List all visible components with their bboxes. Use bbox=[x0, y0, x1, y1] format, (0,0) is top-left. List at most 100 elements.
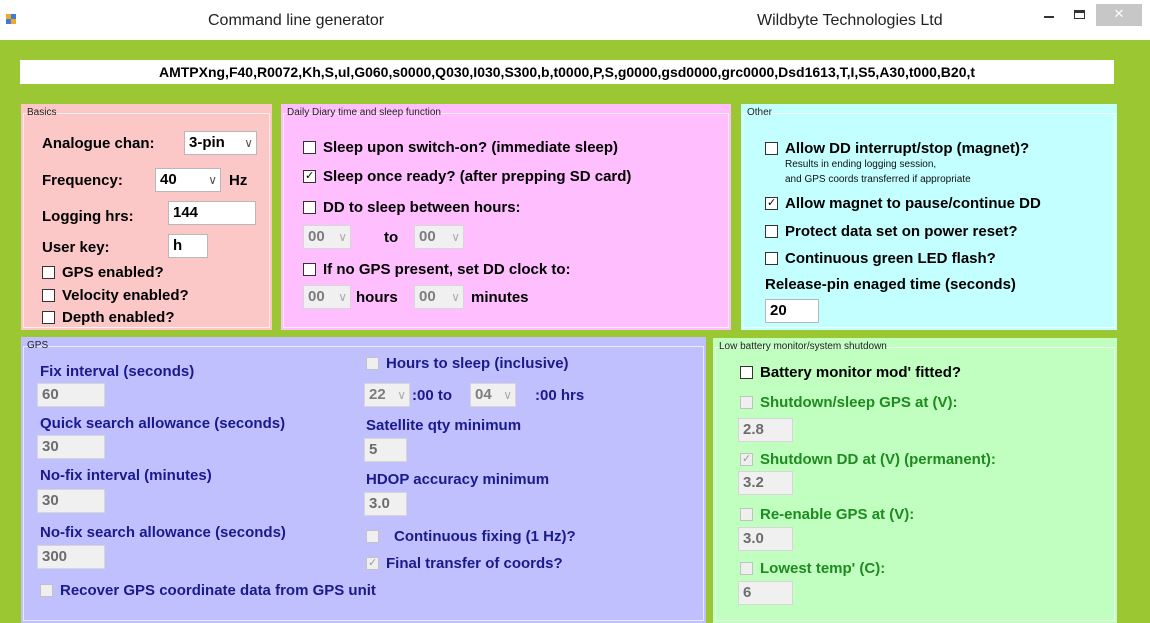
fix-interval-input[interactable]: 60 bbox=[37, 383, 105, 407]
release-pin-label: Release-pin enaged time (seconds) bbox=[765, 276, 1016, 293]
close-icon[interactable]: ✕ bbox=[1096, 4, 1142, 26]
frequency-label: Frequency: bbox=[42, 172, 123, 189]
gps-sleep-to-select[interactable]: 04 ∨ bbox=[470, 383, 516, 407]
green-led-checkbox[interactable]: Continuous green LED flash? bbox=[765, 250, 996, 267]
chevron-down-icon: ∨ bbox=[397, 388, 406, 402]
reenable-gps-checkbox[interactable]: Re-enable GPS at (V): bbox=[740, 506, 914, 523]
analogue-chan-value: 3-pin bbox=[189, 134, 225, 151]
gps-sleep-from-select[interactable]: 22 ∨ bbox=[364, 383, 410, 407]
analogue-chan-select[interactable]: 3-pin ∨ bbox=[184, 131, 257, 155]
sleep-from-suffix: :00 to bbox=[412, 387, 453, 404]
recover-gps-checkbox[interactable]: Recover GPS coordinate data from GPS uni… bbox=[40, 582, 376, 599]
sleep-between-hours-checkbox[interactable]: DD to sleep between hours: bbox=[303, 199, 521, 216]
checkbox-box bbox=[740, 508, 753, 521]
checkbox-box bbox=[765, 225, 778, 238]
hours-to-sleep-checkbox[interactable]: Hours to sleep (inclusive) bbox=[366, 355, 569, 372]
panel-legend: Other bbox=[747, 107, 773, 118]
logging-hrs-input[interactable]: 144 bbox=[168, 201, 256, 225]
no-gps-clock-checkbox[interactable]: If no GPS present, set DD clock to: bbox=[303, 261, 571, 278]
checkbox-label: Continuous green LED flash? bbox=[785, 250, 996, 267]
panel-legend: Daily Diary time and sleep function bbox=[287, 107, 441, 118]
checkbox-label: Allow magnet to pause/continue DD bbox=[785, 195, 1041, 212]
checkbox-label: Hours to sleep (inclusive) bbox=[386, 355, 569, 372]
select-value: 00 bbox=[419, 288, 436, 305]
battery-monitor-checkbox[interactable]: Battery monitor mod' fitted? bbox=[740, 364, 961, 381]
checkbox-box bbox=[765, 252, 778, 265]
sleep-from-hour-select[interactable]: 00 ∨ bbox=[303, 225, 351, 249]
checkbox-label: Sleep upon switch-on? (immediate sleep) bbox=[323, 139, 619, 156]
user-key-input[interactable]: h bbox=[168, 234, 208, 258]
other-panel: Other Allow DD interrupt/stop (magnet)? … bbox=[741, 104, 1117, 330]
chevron-down-icon: ∨ bbox=[451, 290, 460, 304]
shutdown-gps-input[interactable]: 2.8 bbox=[738, 418, 793, 442]
shutdown-dd-input[interactable]: 3.2 bbox=[738, 471, 793, 495]
satellite-qty-input[interactable]: 5 bbox=[364, 438, 407, 462]
company-name: Wildbyte Technologies Ltd bbox=[757, 12, 943, 29]
nofix-interval-label: No-fix interval (minutes) bbox=[40, 467, 212, 484]
nofix-search-input[interactable]: 300 bbox=[37, 545, 105, 569]
checkbox-label: Allow DD interrupt/stop (magnet)? bbox=[785, 140, 1030, 157]
clock-hours-select[interactable]: 00 ∨ bbox=[303, 285, 351, 309]
nofix-search-label: No-fix search allowance (seconds) bbox=[40, 524, 286, 541]
lowest-temp-checkbox[interactable]: Lowest temp' (C): bbox=[740, 560, 885, 577]
checkbox-box bbox=[40, 584, 53, 597]
checkbox-box bbox=[303, 201, 316, 214]
minimize-icon[interactable] bbox=[1036, 4, 1062, 26]
fix-interval-label: Fix interval (seconds) bbox=[40, 363, 195, 380]
checkbox-box bbox=[366, 530, 379, 543]
checkbox-label: Shutdown/sleep GPS at (V): bbox=[760, 394, 958, 411]
checkbox-label: If no GPS present, set DD clock to: bbox=[323, 261, 571, 278]
user-key-label: User key: bbox=[42, 239, 110, 256]
sleep-to-suffix: :00 hrs bbox=[535, 387, 585, 404]
panel-legend: Basics bbox=[27, 107, 57, 118]
velocity-enabled-checkbox[interactable]: Velocity enabled? bbox=[42, 287, 189, 304]
clock-minutes-select[interactable]: 00 ∨ bbox=[414, 285, 464, 309]
checkbox-label: GPS enabled? bbox=[62, 264, 164, 281]
allow-interrupt-checkbox[interactable]: Allow DD interrupt/stop (magnet)? bbox=[765, 140, 1029, 157]
checkbox-label: DD to sleep between hours: bbox=[323, 199, 521, 216]
minutes-label: minutes bbox=[471, 289, 529, 306]
hours-label: hours bbox=[356, 289, 398, 306]
select-value: 04 bbox=[475, 386, 492, 403]
command-line-output[interactable]: AMTPXng,F40,R0072,Kh,S,ul,G060,s0000,Q03… bbox=[20, 60, 1114, 84]
chevron-down-icon: ∨ bbox=[208, 173, 217, 187]
continuous-fixing-checkbox[interactable]: Continuous fixing (1 Hz)? bbox=[366, 528, 576, 545]
release-pin-input[interactable]: 20 bbox=[765, 299, 819, 323]
app-icon bbox=[6, 14, 16, 24]
quick-search-input[interactable]: 30 bbox=[37, 435, 105, 459]
final-transfer-checkbox[interactable]: Final transfer of coords? bbox=[366, 555, 563, 572]
lowest-temp-input[interactable]: 6 bbox=[738, 581, 793, 605]
shutdown-dd-checkbox[interactable]: Shutdown DD at (V) (permanent): bbox=[740, 451, 996, 468]
interrupt-note-line-1: Results in ending logging session, bbox=[785, 159, 937, 170]
protect-data-checkbox[interactable]: Protect data set on power reset? bbox=[765, 223, 1018, 240]
gps-enabled-checkbox[interactable]: GPS enabled? bbox=[42, 264, 164, 281]
hdop-input[interactable]: 3.0 bbox=[364, 492, 407, 516]
checkbox-box bbox=[740, 562, 753, 575]
maximize-icon[interactable] bbox=[1066, 4, 1092, 26]
checkbox-box bbox=[42, 289, 55, 302]
frequency-select[interactable]: 40 ∨ bbox=[155, 168, 221, 192]
checkbox-box bbox=[303, 141, 316, 154]
checkbox-label: Battery monitor mod' fitted? bbox=[760, 364, 962, 381]
chevron-down-icon: ∨ bbox=[338, 230, 347, 244]
depth-enabled-checkbox[interactable]: Depth enabled? bbox=[42, 309, 175, 326]
gps-panel: GPS Fix interval (seconds) 60 Quick sear… bbox=[21, 337, 706, 623]
checkbox-box bbox=[42, 266, 55, 279]
sleep-once-ready-checkbox[interactable]: Sleep once ready? (after prepping SD car… bbox=[303, 168, 631, 185]
nofix-interval-input[interactable]: 30 bbox=[37, 489, 105, 513]
window-title: Command line generator bbox=[208, 12, 385, 29]
checkbox-box bbox=[740, 366, 753, 379]
sleep-switch-on-checkbox[interactable]: Sleep upon switch-on? (immediate sleep) bbox=[303, 139, 618, 156]
select-value: 00 bbox=[419, 228, 436, 245]
checkbox-label: Recover GPS coordinate data from GPS uni… bbox=[60, 582, 376, 599]
sleep-to-hour-select[interactable]: 00 ∨ bbox=[414, 225, 464, 249]
checkbox-label: Final transfer of coords? bbox=[386, 555, 563, 572]
checkbox-box bbox=[765, 142, 778, 155]
checkbox-box bbox=[366, 557, 379, 570]
checkbox-label: Continuous fixing (1 Hz)? bbox=[394, 528, 576, 545]
chevron-down-icon: ∨ bbox=[451, 230, 460, 244]
shutdown-gps-checkbox[interactable]: Shutdown/sleep GPS at (V): bbox=[740, 394, 958, 411]
checkbox-box bbox=[303, 263, 316, 276]
reenable-gps-input[interactable]: 3.0 bbox=[738, 527, 793, 551]
allow-magnet-pause-checkbox[interactable]: Allow magnet to pause/continue DD bbox=[765, 195, 1041, 212]
